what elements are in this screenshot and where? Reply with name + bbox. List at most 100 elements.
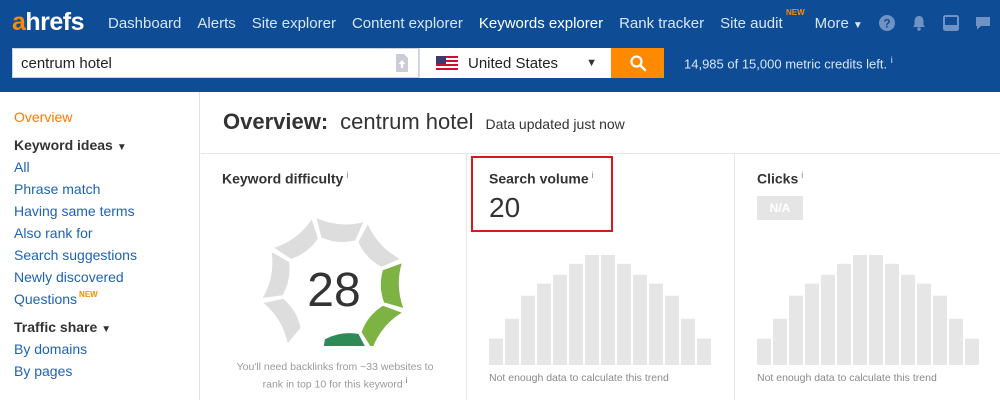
chat-icon[interactable] [974, 14, 992, 32]
keyword-ideas-label: Keyword ideas [14, 137, 113, 153]
sidebar-item-newly-discovered[interactable]: Newly discovered [14, 269, 124, 285]
sidebar-heading-traffic-share[interactable]: Traffic share ▼ [14, 319, 111, 335]
gauge-segment-filled [380, 263, 404, 308]
nav-rank-tracker[interactable]: Rank tracker [619, 15, 704, 32]
sidebar-item-also-rank-for[interactable]: Also rank for [14, 225, 93, 241]
search-volume-card: Search volume i 20 Not enough data to cal… [468, 154, 735, 400]
placeholder-bar [505, 318, 519, 365]
search-volume-title: Search volume i [489, 170, 594, 187]
placeholder-bar [681, 318, 695, 365]
nav-content-explorer[interactable]: Content explorer [352, 15, 463, 32]
main-nav: Dashboard Alerts Site explorer Content e… [108, 0, 879, 47]
country-label: United States [468, 54, 559, 72]
gauge-segment-empty [274, 219, 318, 259]
placeholder-bar [537, 283, 551, 365]
placeholder-bar [821, 274, 835, 365]
sidebar-heading-keyword-ideas[interactable]: Keyword ideas ▼ [14, 137, 127, 153]
search-volume-trend-note: Not enough data to calculate this trend [489, 372, 669, 384]
placeholder-bar [837, 263, 851, 365]
upload-icon[interactable] [394, 53, 410, 73]
nav-site-audit[interactable]: Site audit NEW [720, 8, 805, 32]
placeholder-bar [789, 295, 803, 365]
placeholder-bar [853, 255, 867, 365]
clicks-label: Clicks [757, 170, 799, 187]
ahrefs-logo[interactable]: ahrefs [12, 8, 85, 37]
gauge-segment-empty [358, 224, 400, 267]
placeholder-bar [553, 274, 567, 365]
search-volume-value: 20 [489, 192, 521, 223]
placeholder-bar [885, 263, 899, 365]
window-icon[interactable] [942, 14, 960, 32]
clicks-card: Clicks i N/A Not enough data to calculate… [736, 154, 1000, 400]
credits-info-icon[interactable]: i [891, 55, 893, 65]
search-volume-label: Search volume [489, 170, 589, 187]
us-flag-icon [436, 56, 458, 70]
traffic-share-label: Traffic share [14, 319, 98, 335]
search-button[interactable] [611, 48, 664, 78]
keyword-difficulty-card: Keyword difficulty i 28 You'll need backl… [201, 154, 467, 400]
page-title: Overview: [223, 109, 329, 134]
main-content: Overview: centrum hotel Data updated jus… [201, 92, 1000, 400]
keyword-search-input[interactable]: centrum hotel [12, 48, 419, 78]
placeholder-bar [649, 283, 663, 365]
placeholder-bar [757, 338, 771, 365]
help-icon[interactable]: ? [878, 14, 896, 32]
placeholder-bar [805, 283, 819, 365]
info-icon[interactable]: i [406, 376, 408, 385]
nav-keywords-explorer[interactable]: Keywords explorer [479, 15, 603, 32]
gauge-segment-empty [316, 218, 364, 243]
info-icon[interactable]: i [346, 170, 348, 180]
nav-site-audit-label: Site audit [720, 15, 783, 32]
search-volume-trend-placeholder [489, 255, 711, 365]
sidebar: Overview Keyword ideas ▼ All Phrase match… [0, 92, 200, 400]
info-icon[interactable]: i [592, 170, 594, 180]
clicks-trend-note: Not enough data to calculate this trend [757, 372, 937, 384]
clicks-trend-placeholder [757, 255, 979, 365]
sidebar-item-by-pages[interactable]: By pages [14, 363, 72, 379]
placeholder-bar [965, 338, 979, 365]
placeholder-bar [697, 338, 711, 365]
keyword-difficulty-label: Keyword difficulty [222, 170, 344, 187]
caret-down-icon: ▼ [116, 142, 127, 153]
country-select[interactable]: United States ▼ [419, 48, 611, 78]
nav-site-explorer[interactable]: Site explorer [252, 15, 336, 32]
placeholder-bar [489, 338, 503, 365]
sidebar-item-phrase-match[interactable]: Phrase match [14, 181, 100, 197]
nav-more-label: More [814, 15, 849, 32]
gauge-segment-filled [323, 333, 365, 346]
top-navigation: ahrefs Dashboard Alerts Site explorer Co… [0, 0, 1000, 47]
credits-label: 14,985 of 15,000 metric credits left. [684, 56, 888, 72]
keyword-difficulty-gauge: 28 [262, 218, 404, 346]
overview-keyword: centrum hotel [340, 109, 474, 134]
caret-down-icon: ▼ [852, 20, 863, 31]
svg-text:?: ? [883, 17, 890, 31]
sidebar-item-overview[interactable]: Overview [14, 109, 72, 125]
placeholder-bar [585, 255, 599, 365]
gauge-segment-empty [263, 298, 301, 344]
placeholder-bar [869, 255, 883, 365]
sidebar-item-having-same-terms[interactable]: Having same terms [14, 203, 135, 219]
bell-icon[interactable] [910, 14, 928, 32]
sidebar-item-by-domains[interactable]: By domains [14, 341, 87, 357]
info-icon[interactable]: i [801, 170, 803, 180]
gauge-segment-empty [262, 252, 290, 299]
keyword-difficulty-title: Keyword difficulty i [222, 170, 348, 187]
sidebar-item-all[interactable]: All [14, 159, 30, 175]
nav-alerts[interactable]: Alerts [197, 15, 235, 32]
nav-more[interactable]: More ▼ [815, 15, 863, 32]
overview-header: Overview: centrum hotel Data updated jus… [223, 109, 625, 135]
placeholder-bar [633, 274, 647, 365]
search-icon [629, 55, 646, 72]
search-bar: centrum hotel United States ▼ 14,985 of … [0, 47, 1000, 92]
caret-down-icon: ▼ [101, 324, 112, 335]
kd-note-line1: You'll need backlinks from ~33 websites … [236, 361, 434, 373]
nav-dashboard[interactable]: Dashboard [108, 15, 181, 32]
placeholder-bar [569, 263, 583, 365]
sidebar-item-questions[interactable]: Questions NEW [14, 290, 98, 307]
placeholder-bar [933, 295, 947, 365]
sidebar-item-search-suggestions[interactable]: Search suggestions [14, 247, 137, 263]
placeholder-bar [773, 318, 787, 365]
placeholder-bar [949, 318, 963, 365]
dropdown-arrow-icon: ▼ [586, 57, 597, 69]
new-badge: NEW [785, 8, 805, 17]
